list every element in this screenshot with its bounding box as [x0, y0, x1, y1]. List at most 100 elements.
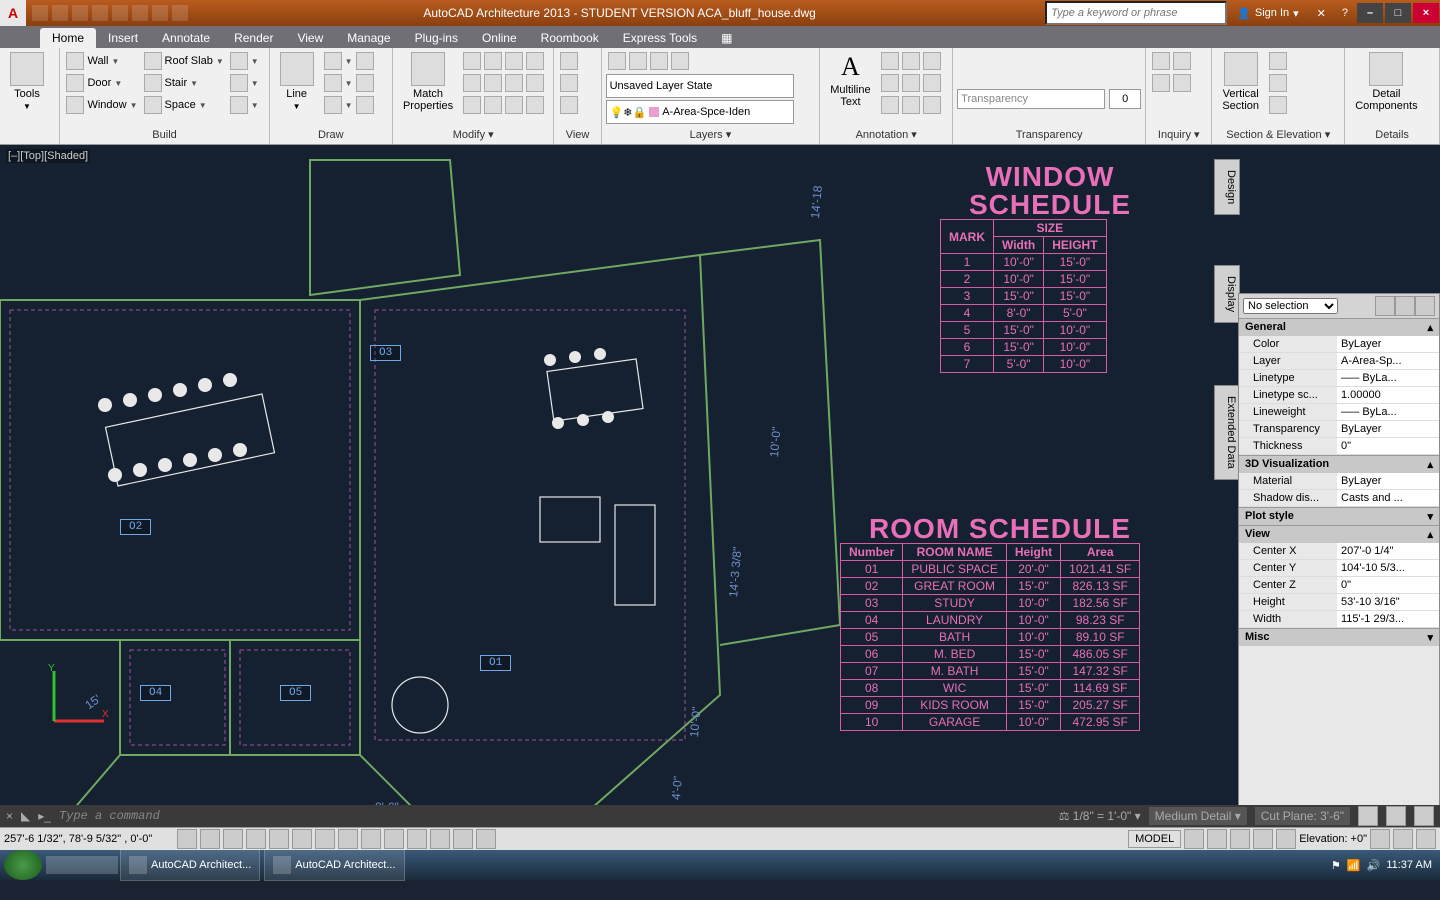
inq2-icon[interactable]	[1173, 52, 1191, 70]
dyn-icon[interactable]	[361, 829, 381, 849]
tab-expresstools[interactable]: Express Tools	[611, 28, 709, 48]
app-menu-icon[interactable]: A	[0, 0, 26, 26]
sb-r4-icon[interactable]	[1253, 829, 1273, 849]
tab-insert[interactable]: Insert	[96, 28, 150, 48]
tab-home[interactable]: Home	[40, 28, 96, 48]
view2-icon[interactable]	[560, 74, 578, 92]
tab-roombook[interactable]: Roombook	[529, 28, 611, 48]
layerprop-icon[interactable]	[608, 52, 626, 70]
tag-icon[interactable]	[923, 52, 941, 70]
cmd-close-icon[interactable]: ×	[6, 809, 13, 823]
build-x3-icon[interactable]	[230, 96, 248, 114]
property-row[interactable]: Lineweight––– ByLa...	[1239, 404, 1439, 421]
cmd-x1-icon[interactable]	[1358, 806, 1378, 826]
property-row[interactable]: LayerA-Area-Sp...	[1239, 353, 1439, 370]
stair-button[interactable]: Stair▼	[142, 72, 226, 94]
osnap3d-icon[interactable]	[292, 829, 312, 849]
prop-quickselect-icon[interactable]	[1375, 296, 1395, 316]
vtab-extended-data[interactable]: Extended Data	[1214, 385, 1240, 480]
copy-icon[interactable]	[484, 52, 502, 70]
close-button[interactable]: ×	[1413, 3, 1439, 23]
sb-r2-icon[interactable]	[1207, 829, 1227, 849]
rotate-icon[interactable]	[505, 52, 523, 70]
array-icon[interactable]	[505, 74, 523, 92]
arc-icon[interactable]	[324, 52, 342, 70]
line-button[interactable]: Line▼	[274, 50, 320, 113]
grid-icon[interactable]	[200, 829, 220, 849]
mtext-button[interactable]: AMultiline Text	[824, 50, 876, 110]
wall-button[interactable]: Wall▼	[64, 50, 139, 72]
sb-r6-icon[interactable]	[1370, 829, 1390, 849]
taskbar-item-2[interactable]: AutoCAD Architect...	[264, 849, 404, 881]
prop-sec-plot[interactable]: Plot style▾	[1239, 507, 1439, 525]
selection-combo[interactable]: No selection	[1243, 298, 1338, 314]
tab-annotate[interactable]: Annotate	[150, 28, 222, 48]
match-properties-button[interactable]: Match Properties	[397, 50, 459, 114]
model-button[interactable]: MODEL	[1128, 830, 1181, 848]
ann2-icon[interactable]	[902, 74, 920, 92]
tab-online[interactable]: Online	[470, 28, 529, 48]
window-button[interactable]: Window▼	[64, 94, 139, 116]
qat-redo-icon[interactable]	[152, 5, 168, 21]
transparency-value[interactable]: 0	[1109, 89, 1141, 109]
taskbar-item-1[interactable]: AutoCAD Architect...	[120, 849, 260, 881]
sc-icon[interactable]	[453, 829, 473, 849]
layer-state-combo[interactable]: Unsaved Layer State	[606, 74, 794, 98]
drawing-canvas[interactable]: [‒][Top][Shaded]	[0, 145, 1440, 805]
am-icon[interactable]	[476, 829, 496, 849]
layeriso-icon[interactable]	[629, 52, 647, 70]
cmd-x3-icon[interactable]	[1414, 806, 1434, 826]
property-row[interactable]: Shadow dis...Casts and ...	[1239, 490, 1439, 507]
layeroff-icon[interactable]	[671, 52, 689, 70]
hatch-icon[interactable]	[324, 96, 342, 114]
elevation-display[interactable]: Elevation: +0"	[1299, 833, 1367, 845]
property-row[interactable]: Center X207'-0 1/4"	[1239, 543, 1439, 560]
rect-icon[interactable]	[324, 74, 342, 92]
property-row[interactable]: Linetype sc...1.00000	[1239, 387, 1439, 404]
polar-icon[interactable]	[246, 829, 266, 849]
cmd-x2-icon[interactable]	[1386, 806, 1406, 826]
inq1-icon[interactable]	[1152, 52, 1170, 70]
explode-icon[interactable]	[526, 96, 544, 114]
lwt-icon[interactable]	[384, 829, 404, 849]
qat-more-icon[interactable]	[172, 5, 188, 21]
tray-flag-icon[interactable]: ⚑	[1331, 859, 1341, 872]
roofslab-button[interactable]: Roof Slab▼	[142, 50, 226, 72]
tab-view[interactable]: View	[285, 28, 335, 48]
command-line[interactable]: × ◣ ▸_ Type a command ⚖ 1/8" = 1'-0" ▾ M…	[0, 805, 1440, 827]
start-button[interactable]	[4, 850, 42, 880]
layerfrz-icon[interactable]	[650, 52, 668, 70]
move-icon[interactable]	[463, 52, 481, 70]
sb-r8-icon[interactable]	[1416, 829, 1436, 849]
tab-plugins[interactable]: Plug-ins	[403, 28, 470, 48]
tab-extra-icon[interactable]: ▦	[709, 28, 744, 48]
ann4-icon[interactable]	[881, 96, 899, 114]
current-layer-combo[interactable]: 💡❄🔒 A-Area-Spce-Iden	[606, 100, 794, 124]
help-icon[interactable]: ?	[1334, 7, 1356, 19]
stretch-icon[interactable]	[484, 96, 502, 114]
annoscale-display[interactable]: ⚖ 1/8" = 1'-0" ▾	[1059, 809, 1141, 823]
build-x2-icon[interactable]	[230, 74, 248, 92]
qat-save-icon[interactable]	[72, 5, 88, 21]
inq4-icon[interactable]	[1173, 74, 1191, 92]
tools-button[interactable]: Tools▼	[4, 50, 50, 113]
extend-icon[interactable]	[526, 74, 544, 92]
prop-pickadd-icon[interactable]	[1395, 296, 1415, 316]
sb-r3-icon[interactable]	[1230, 829, 1250, 849]
property-row[interactable]: MaterialByLayer	[1239, 473, 1439, 490]
tb-media-icon[interactable]	[82, 856, 100, 874]
panel-layers-label[interactable]: Layers ▾	[606, 127, 816, 142]
qp-icon[interactable]	[430, 829, 450, 849]
property-row[interactable]: Thickness0"	[1239, 438, 1439, 455]
view3-icon[interactable]	[560, 96, 578, 114]
ann5-icon[interactable]	[902, 96, 920, 114]
inq3-icon[interactable]	[1152, 74, 1170, 92]
sec1-icon[interactable]	[1269, 52, 1287, 70]
panel-section-label[interactable]: Section & Elevation ▾	[1216, 127, 1340, 142]
osnap-icon[interactable]	[269, 829, 289, 849]
qat-undo-icon[interactable]	[132, 5, 148, 21]
ann6-icon[interactable]	[923, 96, 941, 114]
fillet-icon[interactable]	[505, 96, 523, 114]
tpy-icon[interactable]	[407, 829, 427, 849]
sb-r5-icon[interactable]	[1276, 829, 1296, 849]
